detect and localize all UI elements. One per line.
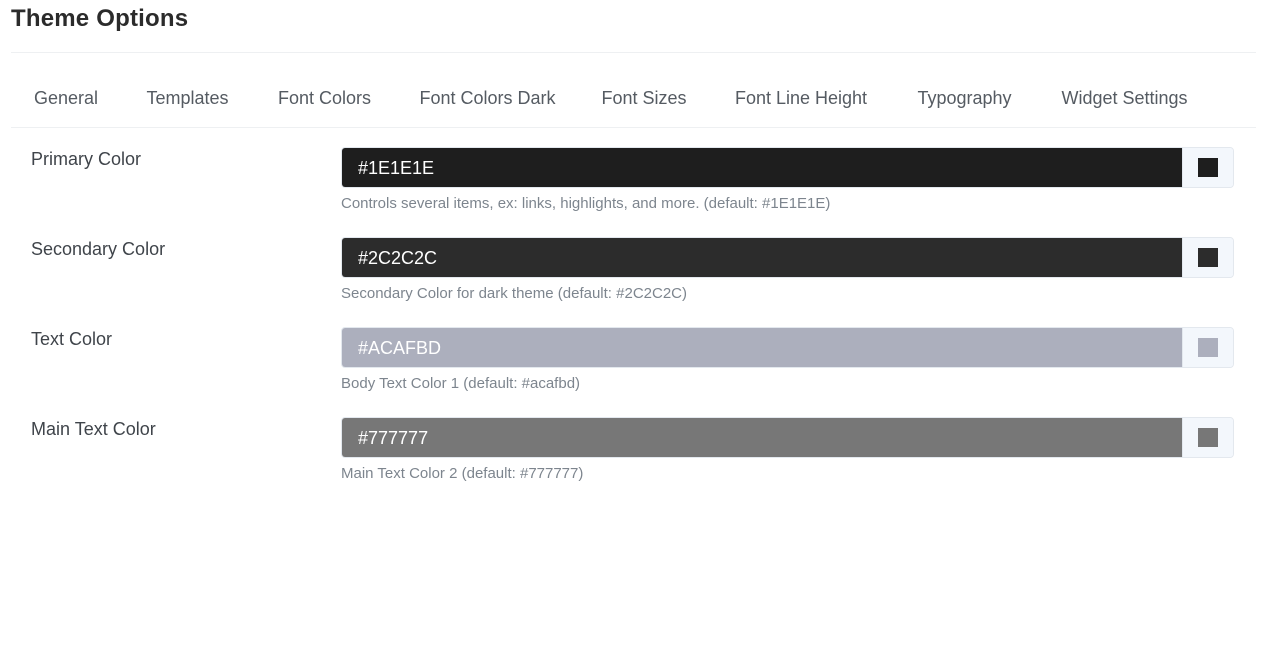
tab-font-line-height[interactable]: Font Line Height xyxy=(711,75,891,125)
theme-options-page: Theme Options General Templates Font Col… xyxy=(0,0,1271,667)
primary-color-input[interactable] xyxy=(342,148,1184,187)
main-text-color-field xyxy=(341,417,1234,458)
secondary-color-picker-button[interactable] xyxy=(1182,238,1233,277)
text-color-swatch xyxy=(1198,338,1218,357)
secondary-color-help: Secondary Color for dark theme (default:… xyxy=(341,285,687,302)
main-text-color-input[interactable] xyxy=(342,418,1184,457)
text-color-input[interactable] xyxy=(342,328,1184,367)
secondary-color-label: Secondary Color xyxy=(31,239,166,259)
primary-color-row: Primary Color Controls several items, ex… xyxy=(0,147,1271,227)
main-text-color-help: Main Text Color 2 (default: #777777) xyxy=(341,465,584,482)
tab-font-sizes[interactable]: Font Sizes xyxy=(577,75,711,125)
title-divider xyxy=(11,52,1256,53)
secondary-color-input[interactable] xyxy=(342,238,1184,277)
main-text-color-row: Main Text Color Main Text Color 2 (defau… xyxy=(0,417,1271,497)
tab-font-colors-dark[interactable]: Font Colors Dark xyxy=(398,75,577,125)
secondary-color-field xyxy=(341,237,1234,278)
text-color-field xyxy=(341,327,1234,368)
tab-widget-settings[interactable]: Widget Settings xyxy=(1038,75,1211,125)
primary-color-field xyxy=(341,147,1234,188)
primary-color-help: Controls several items, ex: links, highl… xyxy=(341,195,831,212)
secondary-color-swatch xyxy=(1198,248,1218,267)
primary-color-picker-button[interactable] xyxy=(1182,148,1233,187)
primary-color-label: Primary Color xyxy=(31,149,142,169)
tab-typography[interactable]: Typography xyxy=(891,75,1038,125)
tab-templates[interactable]: Templates xyxy=(124,75,251,125)
text-color-help: Body Text Color 1 (default: #acafbd) xyxy=(341,375,581,392)
tab-font-colors[interactable]: Font Colors xyxy=(251,75,398,125)
tab-general[interactable]: General xyxy=(11,75,121,125)
page-title: Theme Options xyxy=(11,5,189,32)
secondary-color-row: Secondary Color Secondary Color for dark… xyxy=(0,237,1271,317)
text-color-label: Text Color xyxy=(31,329,113,349)
tab-bar: General Templates Font Colors Font Color… xyxy=(11,75,1256,128)
primary-color-swatch xyxy=(1198,158,1218,177)
text-color-row: Text Color Body Text Color 1 (default: #… xyxy=(0,327,1271,407)
main-text-color-swatch xyxy=(1198,428,1218,447)
main-text-color-label: Main Text Color xyxy=(31,419,156,439)
main-text-color-picker-button[interactable] xyxy=(1182,418,1233,457)
text-color-picker-button[interactable] xyxy=(1182,328,1233,367)
